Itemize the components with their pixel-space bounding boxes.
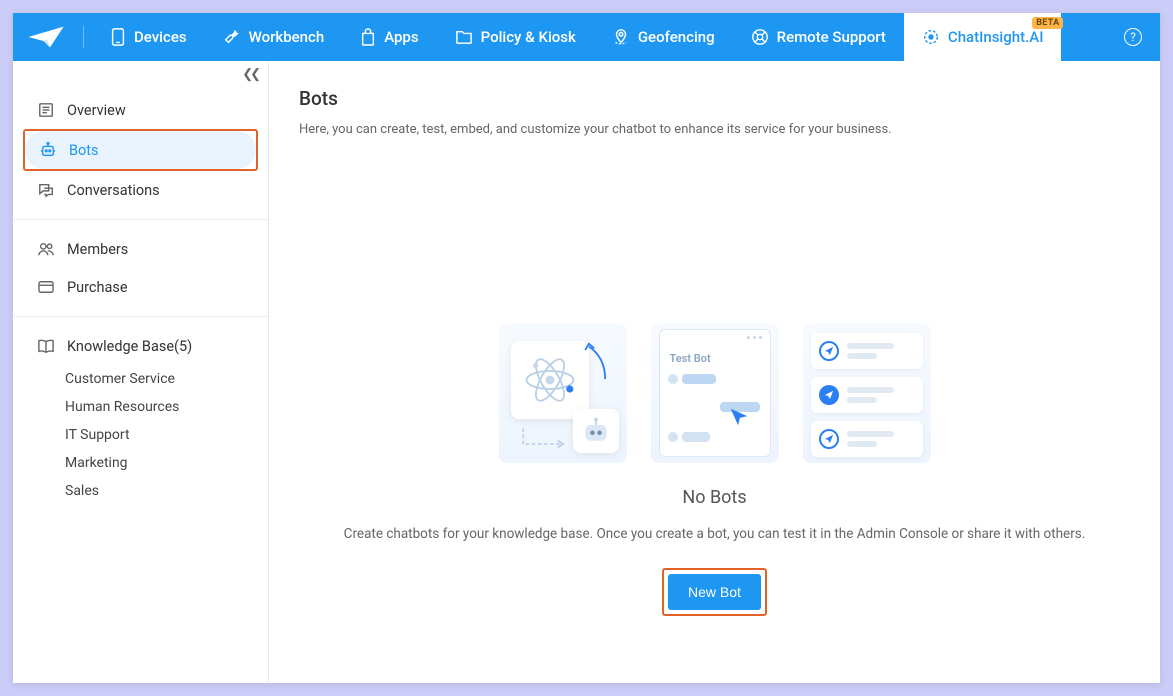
logo[interactable] [13,13,79,61]
send-circle-icon [819,429,839,449]
topnav-label: Apps [384,28,418,46]
topnav-item-apps[interactable]: Apps [342,13,436,61]
sidebar-item-label: Members [67,241,128,258]
app-frame: Devices Workbench Apps Policy & Kiosk Ge… [13,13,1160,683]
divider [13,316,268,317]
tablet-icon [110,28,126,46]
empty-title: No Bots [682,487,746,508]
send-circle-icon [819,341,839,361]
ai-target-icon [922,28,940,46]
new-bot-button[interactable]: New Bot [668,574,761,610]
sidebar-sub-customer-service[interactable]: Customer Service [23,365,258,393]
sidebar-sub-it-support[interactable]: IT Support [23,421,258,449]
sidebar-sub-marketing[interactable]: Marketing [23,449,258,477]
illustration-test-bot-label: Test Bot [670,352,711,365]
topnav-label: Policy & Kiosk [481,28,576,46]
divider [83,26,84,48]
page-description: Here, you can create, test, embed, and c… [299,122,1130,137]
sidebar-sub-sales[interactable]: Sales [23,477,258,505]
dashed-path-icon [519,425,569,451]
sidebar-sub-human-resources[interactable]: Human Resources [23,393,258,421]
highlight-box-bots: Bots [23,129,258,171]
atom-icon [523,353,577,407]
folder-icon [455,29,473,45]
sidebar-item-label: Overview [67,102,126,119]
card-icon [37,278,55,296]
sidebar-sub-label: Sales [65,483,99,499]
sidebar-item-label: Knowledge Base(5) [67,338,192,355]
beta-badge: BETA [1032,17,1063,29]
highlight-box-new-bot: New Bot [662,568,767,616]
sidebar-sub-label: Marketing [65,455,128,471]
lifebuoy-icon [751,28,769,46]
topnav-label: ChatInsight.AI [948,28,1044,46]
topnav-label: Geofencing [638,28,715,46]
illustration-test-bot: Test Bot [651,323,779,463]
wrench-icon [223,28,241,46]
send-circle-fill-icon [819,385,839,405]
sidebar-item-purchase[interactable]: Purchase [23,268,258,306]
topnav-item-remote-support[interactable]: Remote Support [733,13,904,61]
sidebar-item-overview[interactable]: Overview [23,91,258,129]
topnav-item-devices[interactable]: Devices [92,13,205,61]
illustration-atom-bot [499,323,627,463]
topnav-item-workbench[interactable]: Workbench [205,13,343,61]
sidebar-item-conversations[interactable]: Conversations [23,171,258,209]
geo-pin-icon [612,28,630,46]
topnav-label: Workbench [249,28,325,46]
cursor-icon [728,406,750,428]
members-icon [37,240,55,258]
new-bot-label: New Bot [688,584,741,600]
main-content: Bots Here, you can create, test, embed, … [269,61,1160,683]
illustration-row: Test Bot [499,323,931,463]
sidebar-item-bots[interactable]: Bots [25,131,256,169]
topnav-label: Remote Support [777,28,886,46]
empty-state: Test Bot [299,323,1130,616]
sidebar-item-members[interactable]: Members [23,230,258,268]
page-title: Bots [299,87,1130,110]
sidebar-sub-label: Human Resources [65,399,179,415]
topnav-item-geofencing[interactable]: Geofencing [594,13,733,61]
topnav-items: Devices Workbench Apps Policy & Kiosk Ge… [92,13,1112,61]
topnav-label: Devices [134,28,187,46]
overview-icon [37,101,55,119]
book-icon [37,337,55,355]
illustration-share [803,323,931,463]
curve-arrow-icon [583,341,611,381]
sidebar-item-knowledge-base[interactable]: Knowledge Base(5) [23,327,258,365]
sidebar-item-label: Conversations [67,182,160,199]
top-nav: Devices Workbench Apps Policy & Kiosk Ge… [13,13,1160,61]
sidebar-sub-label: IT Support [65,427,130,443]
help-icon[interactable]: ? [1124,28,1142,46]
sidebar: ❮❮ Overview Bots [13,61,269,683]
bot-icon [39,141,57,159]
sidebar-item-label: Purchase [67,279,128,296]
bot-head-icon [581,417,611,445]
body: ❮❮ Overview Bots [13,61,1160,683]
topnav-item-policy-kiosk[interactable]: Policy & Kiosk [437,13,594,61]
sidebar-sub-label: Customer Service [65,371,175,387]
chat-icon [37,181,55,199]
sidebar-item-label: Bots [69,142,99,159]
empty-description: Create chatbots for your knowledge base.… [344,526,1086,542]
collapse-sidebar-icon[interactable]: ❮❮ [242,67,258,87]
bag-icon [360,28,376,46]
paper-plane-logo-icon [26,23,66,51]
topnav-item-chatinsight[interactable]: ChatInsight.AI BETA [904,13,1062,61]
divider [13,219,268,220]
